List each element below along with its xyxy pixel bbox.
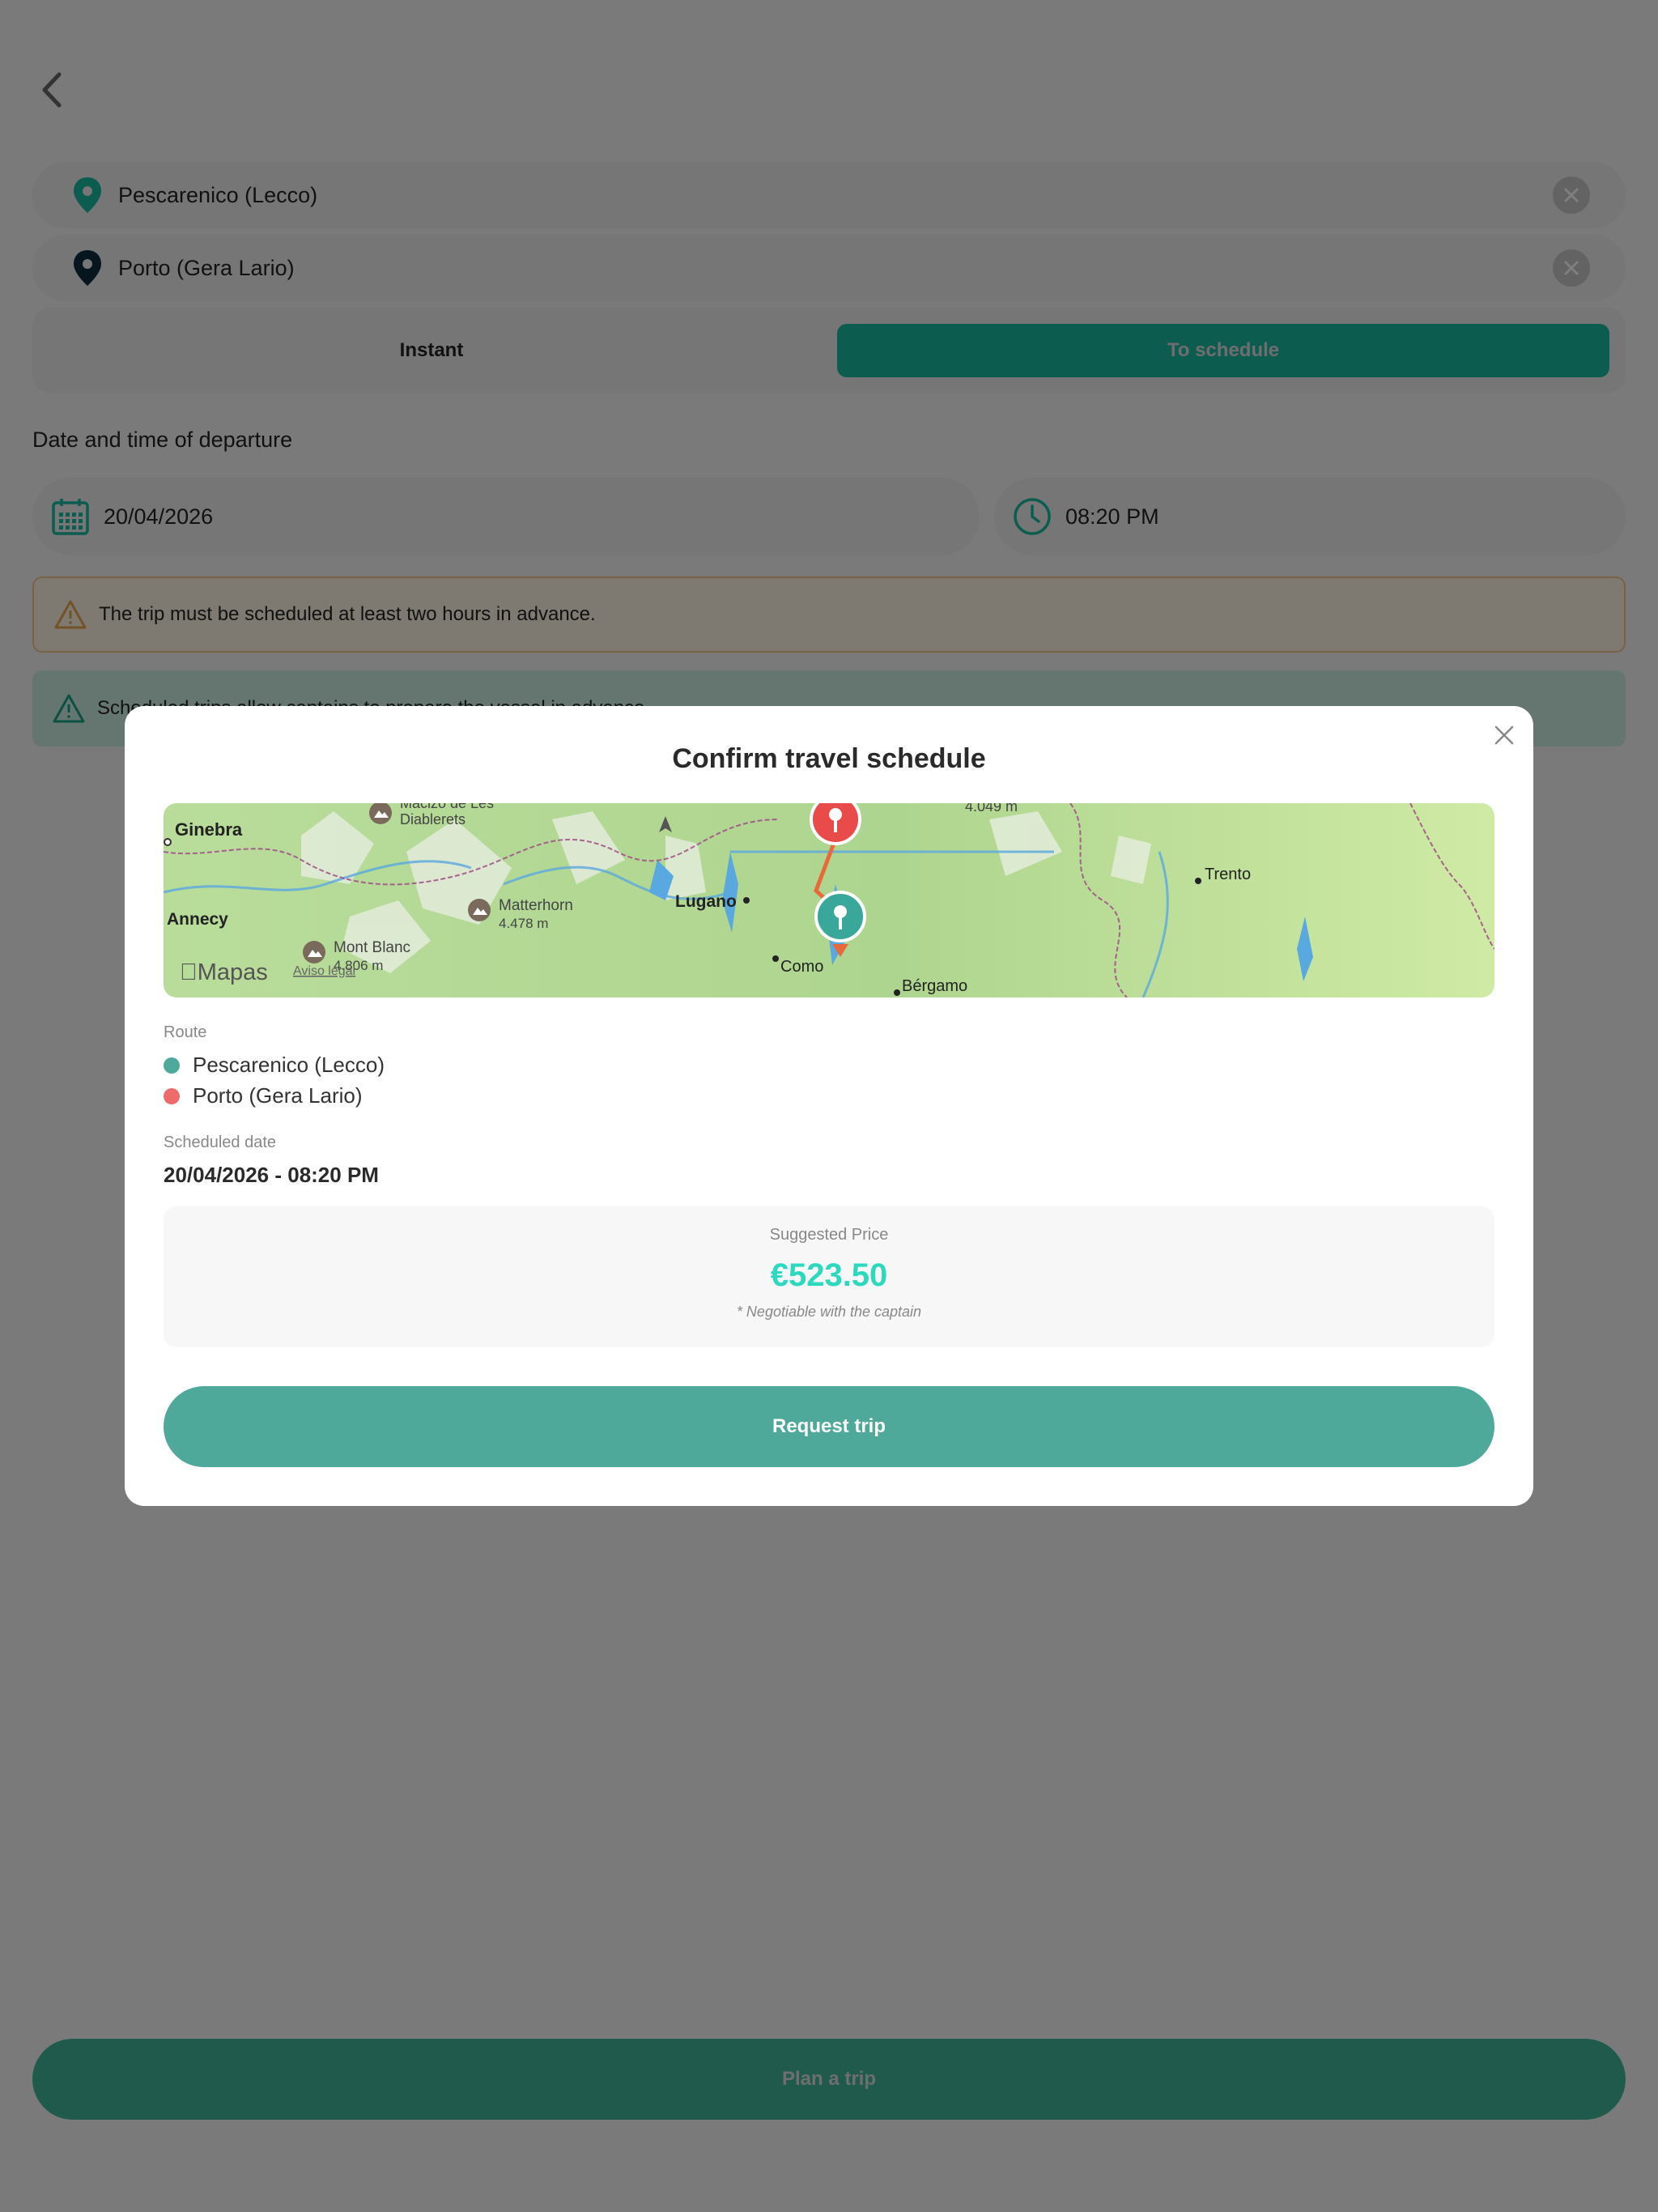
map-label-diablerets: Diablerets [400,811,466,827]
destination-dot-icon [164,1087,180,1104]
route-destination-text: Porto (Gera Lario) [193,1083,363,1108]
map-brand: Mapas [180,959,268,985]
request-trip-button[interactable]: Request trip [164,1386,1494,1467]
route-origin-text: Pescarenico (Lecco) [193,1053,385,1077]
map-label-peak-height: 4.049 m [965,803,1018,815]
route-origin: Pescarenico (Lecco) [164,1053,385,1078]
map-label-como: Como [780,958,823,976]
scheduled-date-value: 20/04/2026 - 08:20 PM [164,1163,379,1187]
map-label-annecy: Annecy [167,910,228,929]
price-card: Suggested Price €523.50 * Negotiable wit… [164,1206,1494,1347]
price-note: * Negotiable with the captain [736,1304,922,1320]
modal-title: Confirm travel schedule [672,743,986,774]
map-label-bergamo: Bérgamo [902,977,967,995]
map-label-matterhorn: Matterhorn [499,897,573,914]
price-value: €523.50 [770,1257,888,1293]
route-destination: Porto (Gera Lario) [164,1083,363,1108]
map-label-macizo: Macizo de Les [400,803,494,811]
destination-marker-icon [810,803,861,845]
legal-link[interactable]: Aviso legal [293,964,355,978]
scheduled-date-label: Scheduled date [164,1134,277,1151]
price-label: Suggested Price [769,1226,889,1244]
route-label: Route [164,1023,207,1041]
map-label-matterhorn-height: 4.478 m [499,916,548,931]
map-label-trento: Trento [1205,866,1251,883]
map-label-ginebra: Ginebra [175,819,243,840]
confirm-schedule-modal: Confirm travel schedule Ginebra Macizo d… [125,706,1533,1506]
map-label-lugano: Lugano [675,892,737,911]
route-map[interactable]: Ginebra Macizo de Les Diablerets Annecy … [164,803,1494,998]
map-label-mont-blanc: Mont Blanc [334,939,410,956]
origin-dot-icon [164,1057,180,1074]
